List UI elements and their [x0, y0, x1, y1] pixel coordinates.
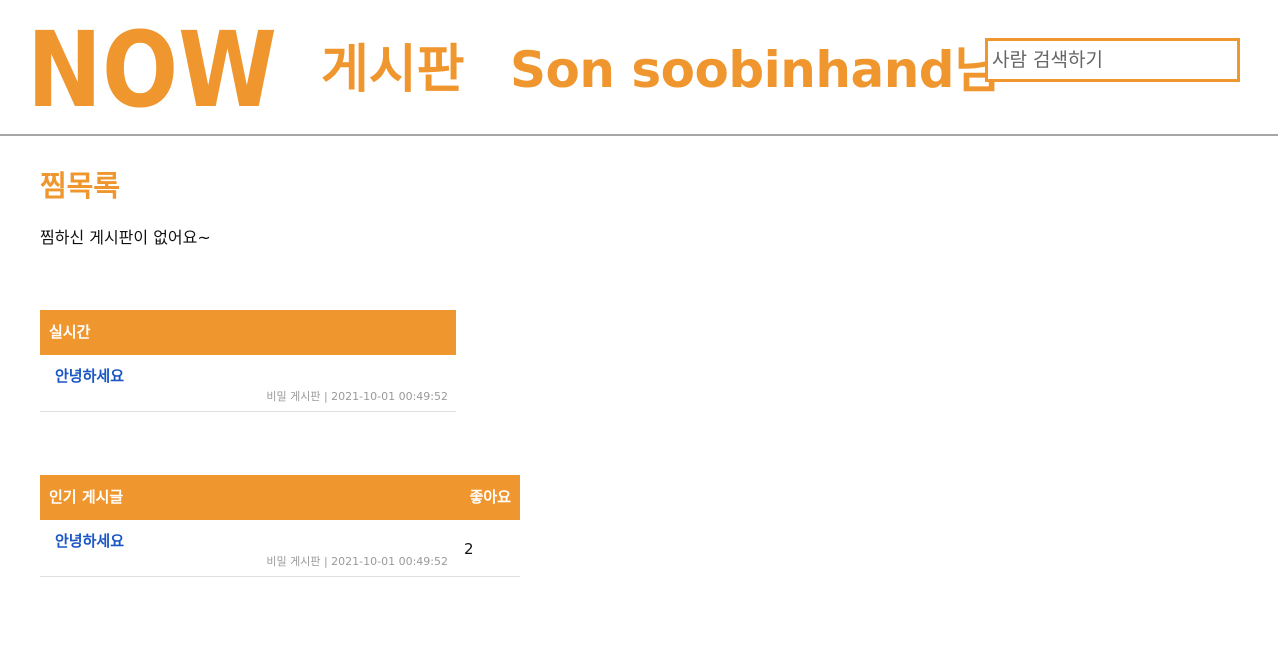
popular-title: 인기 게시글: [49, 488, 124, 506]
realtime-panel: 실시간 안녕하세요 비밀 게시판 | 2021-10-01 00:49:52: [40, 310, 456, 412]
likes-count: 2: [464, 540, 474, 558]
post-meta: 비밀 게시판 | 2021-10-01 00:49:52: [266, 390, 448, 403]
popular-header: 인기 게시글 좋아요: [40, 475, 520, 520]
post-meta: 비밀 게시판 | 2021-10-01 00:49:52: [266, 555, 448, 568]
likes-column-header: 좋아요: [469, 488, 511, 506]
list-item: 안녕하세요 비밀 게시판 | 2021-10-01 00:49:52: [40, 355, 456, 412]
wishlist-title: 찜목록: [40, 169, 121, 203]
board-nav-link[interactable]: 게시판: [321, 38, 465, 102]
logo-text: NOW: [27, 12, 277, 112]
post-title-link[interactable]: 안녕하세요: [55, 365, 124, 386]
wishlist-empty-message: 찜하신 게시판이 없어요~: [40, 228, 211, 247]
realtime-title: 실시간: [49, 323, 91, 341]
post-title-link[interactable]: 안녕하세요: [55, 530, 124, 551]
now-logo-graphic: NOW: [27, 12, 277, 112]
realtime-header: 실시간: [40, 310, 456, 355]
now-logo[interactable]: NOW: [24, 12, 280, 112]
list-item: 안녕하세요 비밀 게시판 | 2021-10-01 00:49:52 2: [40, 520, 520, 577]
popular-panel: 인기 게시글 좋아요 안녕하세요 비밀 게시판 | 2021-10-01 00:…: [40, 475, 520, 577]
user-greeting[interactable]: Son soobinhand님: [510, 38, 1000, 102]
site-header: NOW 게시판 Son soobinhand님: [0, 0, 1278, 136]
people-search-input[interactable]: [985, 38, 1240, 82]
